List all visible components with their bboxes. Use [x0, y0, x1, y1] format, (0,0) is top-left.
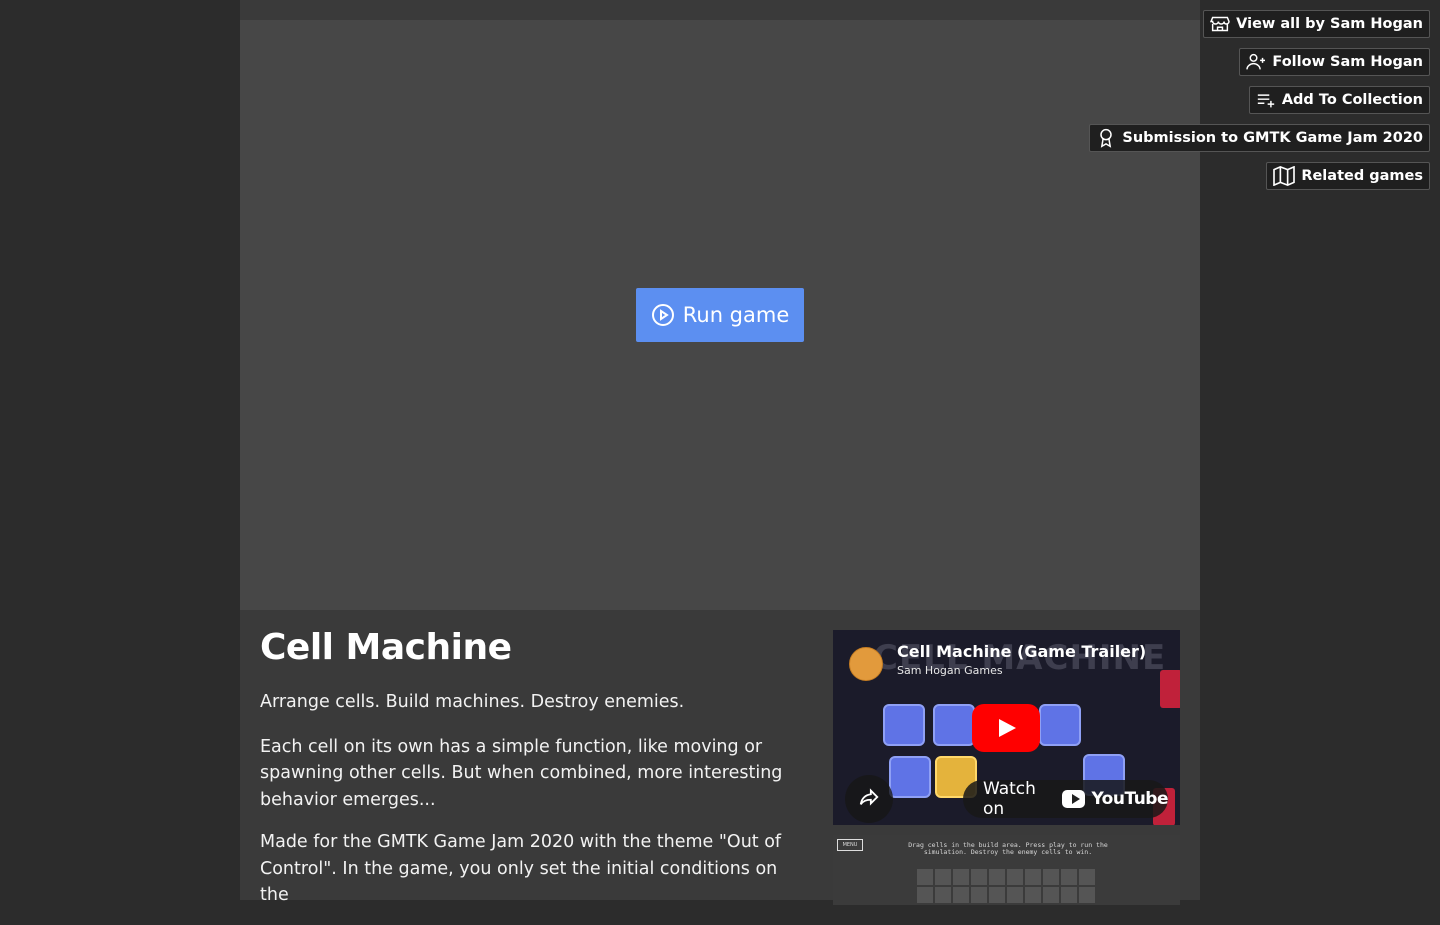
game-page: Run game Cell Machine Arrange cells. Bui… — [240, 0, 1200, 905]
map-icon — [1273, 166, 1296, 186]
watch-on-label: Watch on — [983, 779, 1036, 819]
watch-on-youtube-button[interactable]: Watch on YouTube — [963, 779, 1168, 819]
view-all-label: View all by Sam Hogan — [1236, 16, 1423, 32]
youtube-embed[interactable]: CELL MACHINE Cell Machine (Game Trailer)… — [833, 630, 1180, 825]
related-label: Related games — [1301, 168, 1423, 184]
game-embed-frame: Run game — [240, 20, 1200, 610]
award-icon — [1096, 128, 1116, 148]
run-game-label: Run game — [682, 303, 790, 327]
thumbnail-cell — [883, 704, 925, 746]
thumbnail-cell — [933, 704, 975, 746]
video-title[interactable]: Cell Machine (Game Trailer) — [897, 642, 1146, 661]
screenshot-instructions: Drag cells in the build area. Press play… — [908, 841, 1108, 856]
user-plus-icon — [1246, 53, 1266, 71]
game-tagline: Arrange cells. Build machines. Destroy e… — [260, 692, 685, 713]
game-info: Cell Machine Arrange cells. Build machin… — [260, 626, 800, 925]
youtube-play-button[interactable] — [972, 704, 1040, 752]
share-icon — [858, 786, 880, 812]
screenshot-menu-label: MENU — [837, 839, 863, 851]
add-to-collection-button[interactable]: Add To Collection — [1248, 86, 1430, 114]
user-tools: View all by Sam Hogan Follow Sam Hogan A… — [1089, 10, 1430, 190]
itchio-icon — [1210, 15, 1230, 33]
video-channel[interactable]: Sam Hogan Games — [897, 664, 1003, 677]
game-description: Each cell on its own has a simple functi… — [260, 736, 783, 810]
follow-label: Follow Sam Hogan — [1272, 54, 1423, 70]
thumbnail-cell — [889, 756, 931, 798]
follow-author-button[interactable]: Follow Sam Hogan — [1239, 48, 1430, 76]
channel-avatar[interactable] — [849, 647, 883, 681]
game-description-jam: Made for the GMTK Game Jam 2020 with the… — [260, 832, 782, 906]
game-title: Cell Machine — [260, 627, 512, 668]
share-button[interactable] — [845, 775, 893, 823]
list-plus-icon — [1256, 91, 1276, 109]
run-game-button[interactable]: Run game — [636, 288, 804, 342]
thumbnail-enemy-cell — [1160, 670, 1180, 708]
play-circle-icon — [651, 303, 675, 327]
related-games-button[interactable]: Related games — [1266, 162, 1430, 190]
thumbnail-cell — [1039, 704, 1081, 746]
add-collection-label: Add To Collection — [1281, 92, 1423, 108]
youtube-label: YouTube — [1091, 789, 1168, 809]
view-all-by-author-button[interactable]: View all by Sam Hogan — [1203, 10, 1430, 38]
submission-label: Submission to GMTK Game Jam 2020 — [1122, 130, 1423, 146]
game-screenshot[interactable]: MENU Drag cells in the build area. Press… — [833, 835, 1180, 905]
jam-submission-button[interactable]: Submission to GMTK Game Jam 2020 — [1089, 124, 1430, 152]
youtube-logo-icon — [1061, 790, 1086, 808]
screenshot-build-grid — [917, 869, 1095, 903]
